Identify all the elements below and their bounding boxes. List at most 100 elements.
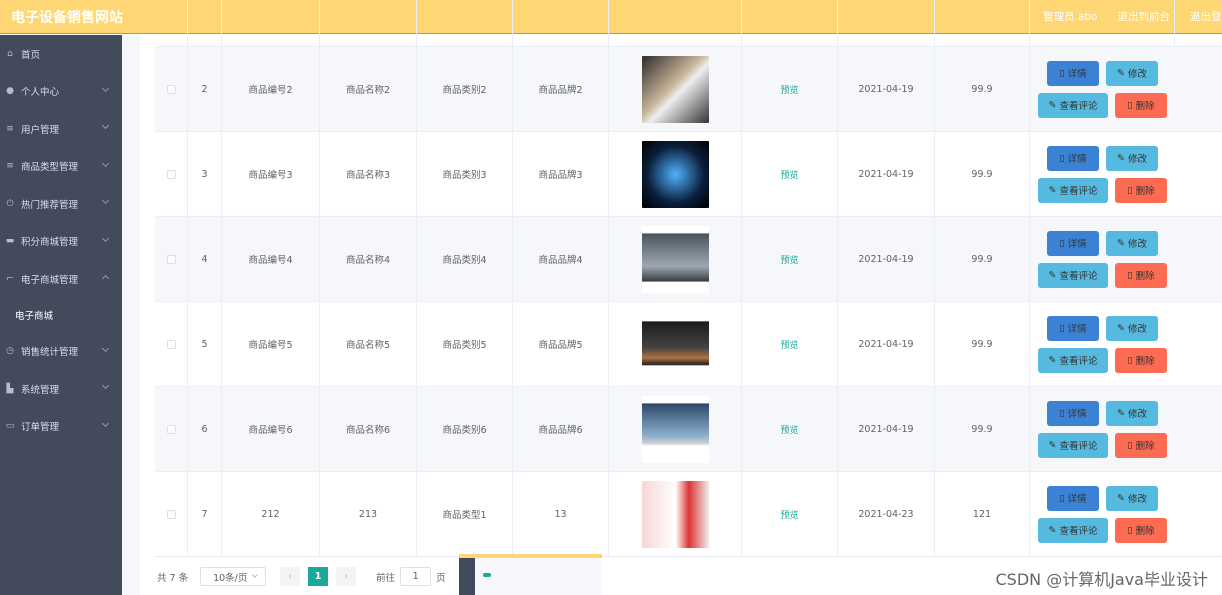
delete-button[interactable]: ▯ 删除 — [1115, 517, 1167, 543]
view-comments-button[interactable]: ✎ 查看评论 — [1038, 92, 1108, 118]
sidebar-item-2[interactable]: ≡ 用户管理 — [0, 110, 122, 148]
delete-label: 删除 — [1135, 101, 1155, 112]
product-image[interactable] — [641, 395, 709, 463]
row-checkbox[interactable] — [166, 339, 176, 349]
product-brand: 商品品牌6 — [538, 425, 583, 436]
sidebar-subitem[interactable]: 电子商城 — [0, 298, 122, 333]
message-icon: ▭ — [5, 421, 15, 432]
edit-icon: ✎ — [1048, 184, 1057, 196]
delete-button[interactable]: ▯ 删除 — [1115, 177, 1167, 203]
watermark: CSDN @计算机Java毕业设计 — [995, 570, 1208, 589]
detail-button[interactable]: ▯ 详情 — [1047, 485, 1099, 511]
preview-link[interactable]: 预览 — [780, 253, 798, 266]
sidebar-item-8[interactable]: ▙ 系统管理 — [0, 370, 122, 408]
product-image[interactable] — [641, 225, 709, 293]
next-page-button[interactable]: › — [336, 567, 357, 586]
table-row: 3 商品编号3 商品名称3 商品类别3 商品品牌3 预览 2021-04-19 99.9 ▯ 详情… — [155, 132, 1222, 217]
table-cell: 商品名称4 — [320, 217, 417, 301]
view-comments-button[interactable]: ✎ 查看评论 — [1038, 347, 1108, 373]
sidebar-item-1[interactable]: ● 个人中心 — [0, 73, 122, 111]
product-name: 商品名称2 — [345, 85, 391, 96]
page-1-button[interactable]: 1 — [308, 567, 329, 586]
sidebar-item-7[interactable]: ◷ 销售统计管理 — [0, 333, 122, 371]
sidebar-item-9[interactable]: ▭ 订单管理 — [0, 408, 122, 446]
product-type: 商品类别3 — [442, 170, 487, 181]
edit-button[interactable]: ✎ 修改 — [1106, 315, 1158, 341]
view-comments-button[interactable]: ✎ 查看评论 — [1038, 262, 1108, 288]
delete-button[interactable]: ▯ 删除 — [1115, 262, 1167, 288]
table-cell — [609, 302, 742, 386]
prev-page-button[interactable]: ‹ — [280, 567, 301, 586]
view-comments-button[interactable]: ✎ 查看评论 — [1038, 517, 1108, 543]
sidebar-item-5[interactable]: ▬ 积分商城管理 — [0, 223, 122, 261]
delete-button[interactable]: ▯ 删除 — [1115, 432, 1167, 458]
comment-label: 查看评论 — [1059, 186, 1098, 197]
detail-button[interactable]: ▯ 详情 — [1047, 145, 1099, 171]
table-row-partial — [155, 0, 1222, 47]
edit-icon: ✎ — [1048, 354, 1057, 366]
product-code: 商品编号5 — [248, 340, 293, 351]
monitor-icon: ▬ — [5, 236, 15, 247]
delete-button[interactable]: ▯ 删除 — [1115, 347, 1167, 373]
goto-page-input[interactable]: 1 — [400, 567, 432, 586]
edit-button[interactable]: ✎ 修改 — [1106, 230, 1158, 256]
chevron-down-icon — [101, 419, 110, 427]
detail-button[interactable]: ▯ 详情 — [1047, 315, 1099, 341]
detail-button[interactable]: ▯ 详情 — [1047, 60, 1099, 86]
preview-link[interactable]: 预览 — [780, 83, 798, 96]
crop-icon: ⌐ — [6, 273, 14, 284]
product-image[interactable] — [641, 480, 709, 548]
table-cell: 3 — [188, 132, 222, 216]
table-row: 4 商品编号4 商品名称4 商品类别4 商品品牌4 预览 2021-04-19 99.9 ▯ 详情… — [155, 217, 1222, 302]
row-checkbox[interactable] — [166, 509, 176, 519]
sidebar-item-4[interactable]: ⏻ 热门推荐管理 — [0, 185, 122, 223]
detail-button[interactable]: ▯ 详情 — [1047, 400, 1099, 426]
chevron-down-icon — [101, 381, 110, 390]
table-cell: ▯ 详情 ✎ 修改 ✎ 查看评论 ▯ 删除 — [1030, 217, 1175, 301]
product-image[interactable] — [641, 310, 709, 378]
edit-button[interactable]: ✎ 修改 — [1106, 400, 1158, 426]
edit-icon: ✎ — [1048, 524, 1057, 536]
camera-icon: ▙ — [6, 383, 14, 394]
table-cell: 预览 — [742, 132, 838, 216]
table-cell: 2 — [188, 47, 222, 131]
sidebar-item-0[interactable]: ⌂ 首页 — [0, 35, 122, 73]
row-checkbox[interactable] — [166, 424, 176, 434]
table-cell — [609, 472, 742, 556]
sidebar-item-6[interactable]: ⌐ 电子商城管理 — [0, 260, 122, 298]
table-cell: 2021-04-19 — [838, 217, 935, 301]
sidebar-item-3[interactable]: ≡ 商品类型管理 — [0, 148, 122, 186]
list-icon: ≡ — [6, 123, 14, 134]
product-image[interactable] — [641, 140, 709, 208]
chevron-down-icon — [101, 121, 110, 130]
row-index: 5 — [201, 338, 208, 350]
edit-label: 修改 — [1127, 494, 1147, 505]
page-size-select[interactable]: 10条/页 — [200, 567, 267, 586]
preview-link[interactable]: 预览 — [780, 338, 798, 351]
row-checkbox[interactable] — [166, 84, 176, 94]
view-comments-button[interactable]: ✎ 查看评论 — [1038, 177, 1108, 203]
delete-button[interactable]: ▯ 删除 — [1115, 92, 1167, 118]
sidebar: ⌂ 首页 ● 个人中心 ≡ 用户管理 ≡ 商品类型管理 ⏻ 热门推荐管理 ▬ 积分商城管理 ⌐ 电子商城管… — [0, 35, 122, 595]
product-code: 商品编号3 — [248, 170, 293, 181]
row-checkbox[interactable] — [166, 254, 176, 264]
chevron-down-icon — [252, 572, 258, 578]
edit-button[interactable]: ✎ 修改 — [1106, 145, 1158, 171]
product-name: 商品名称4 — [345, 255, 391, 266]
listing-date: 2021-04-19 — [858, 168, 914, 180]
listing-date: 2021-04-23 — [858, 508, 914, 520]
preview-link[interactable]: 预览 — [780, 508, 798, 521]
view-comments-button[interactable]: ✎ 查看评论 — [1038, 432, 1108, 458]
table-cell: ▯ 详情 ✎ 修改 ✎ 查看评论 ▯ 删除 — [1030, 387, 1175, 471]
row-checkbox[interactable] — [166, 169, 176, 179]
edit-button[interactable]: ✎ 修改 — [1106, 485, 1158, 511]
preview-link[interactable]: 预览 — [780, 168, 798, 181]
trash-icon: ▯ — [1127, 524, 1133, 536]
preview-link[interactable]: 预览 — [780, 423, 798, 436]
table-cell: 商品名称2 — [320, 47, 417, 131]
table-cell — [155, 132, 188, 216]
product-image[interactable] — [641, 55, 709, 123]
edit-button[interactable]: ✎ 修改 — [1106, 60, 1158, 86]
row-index: 3 — [201, 168, 208, 180]
detail-button[interactable]: ▯ 详情 — [1047, 230, 1099, 256]
